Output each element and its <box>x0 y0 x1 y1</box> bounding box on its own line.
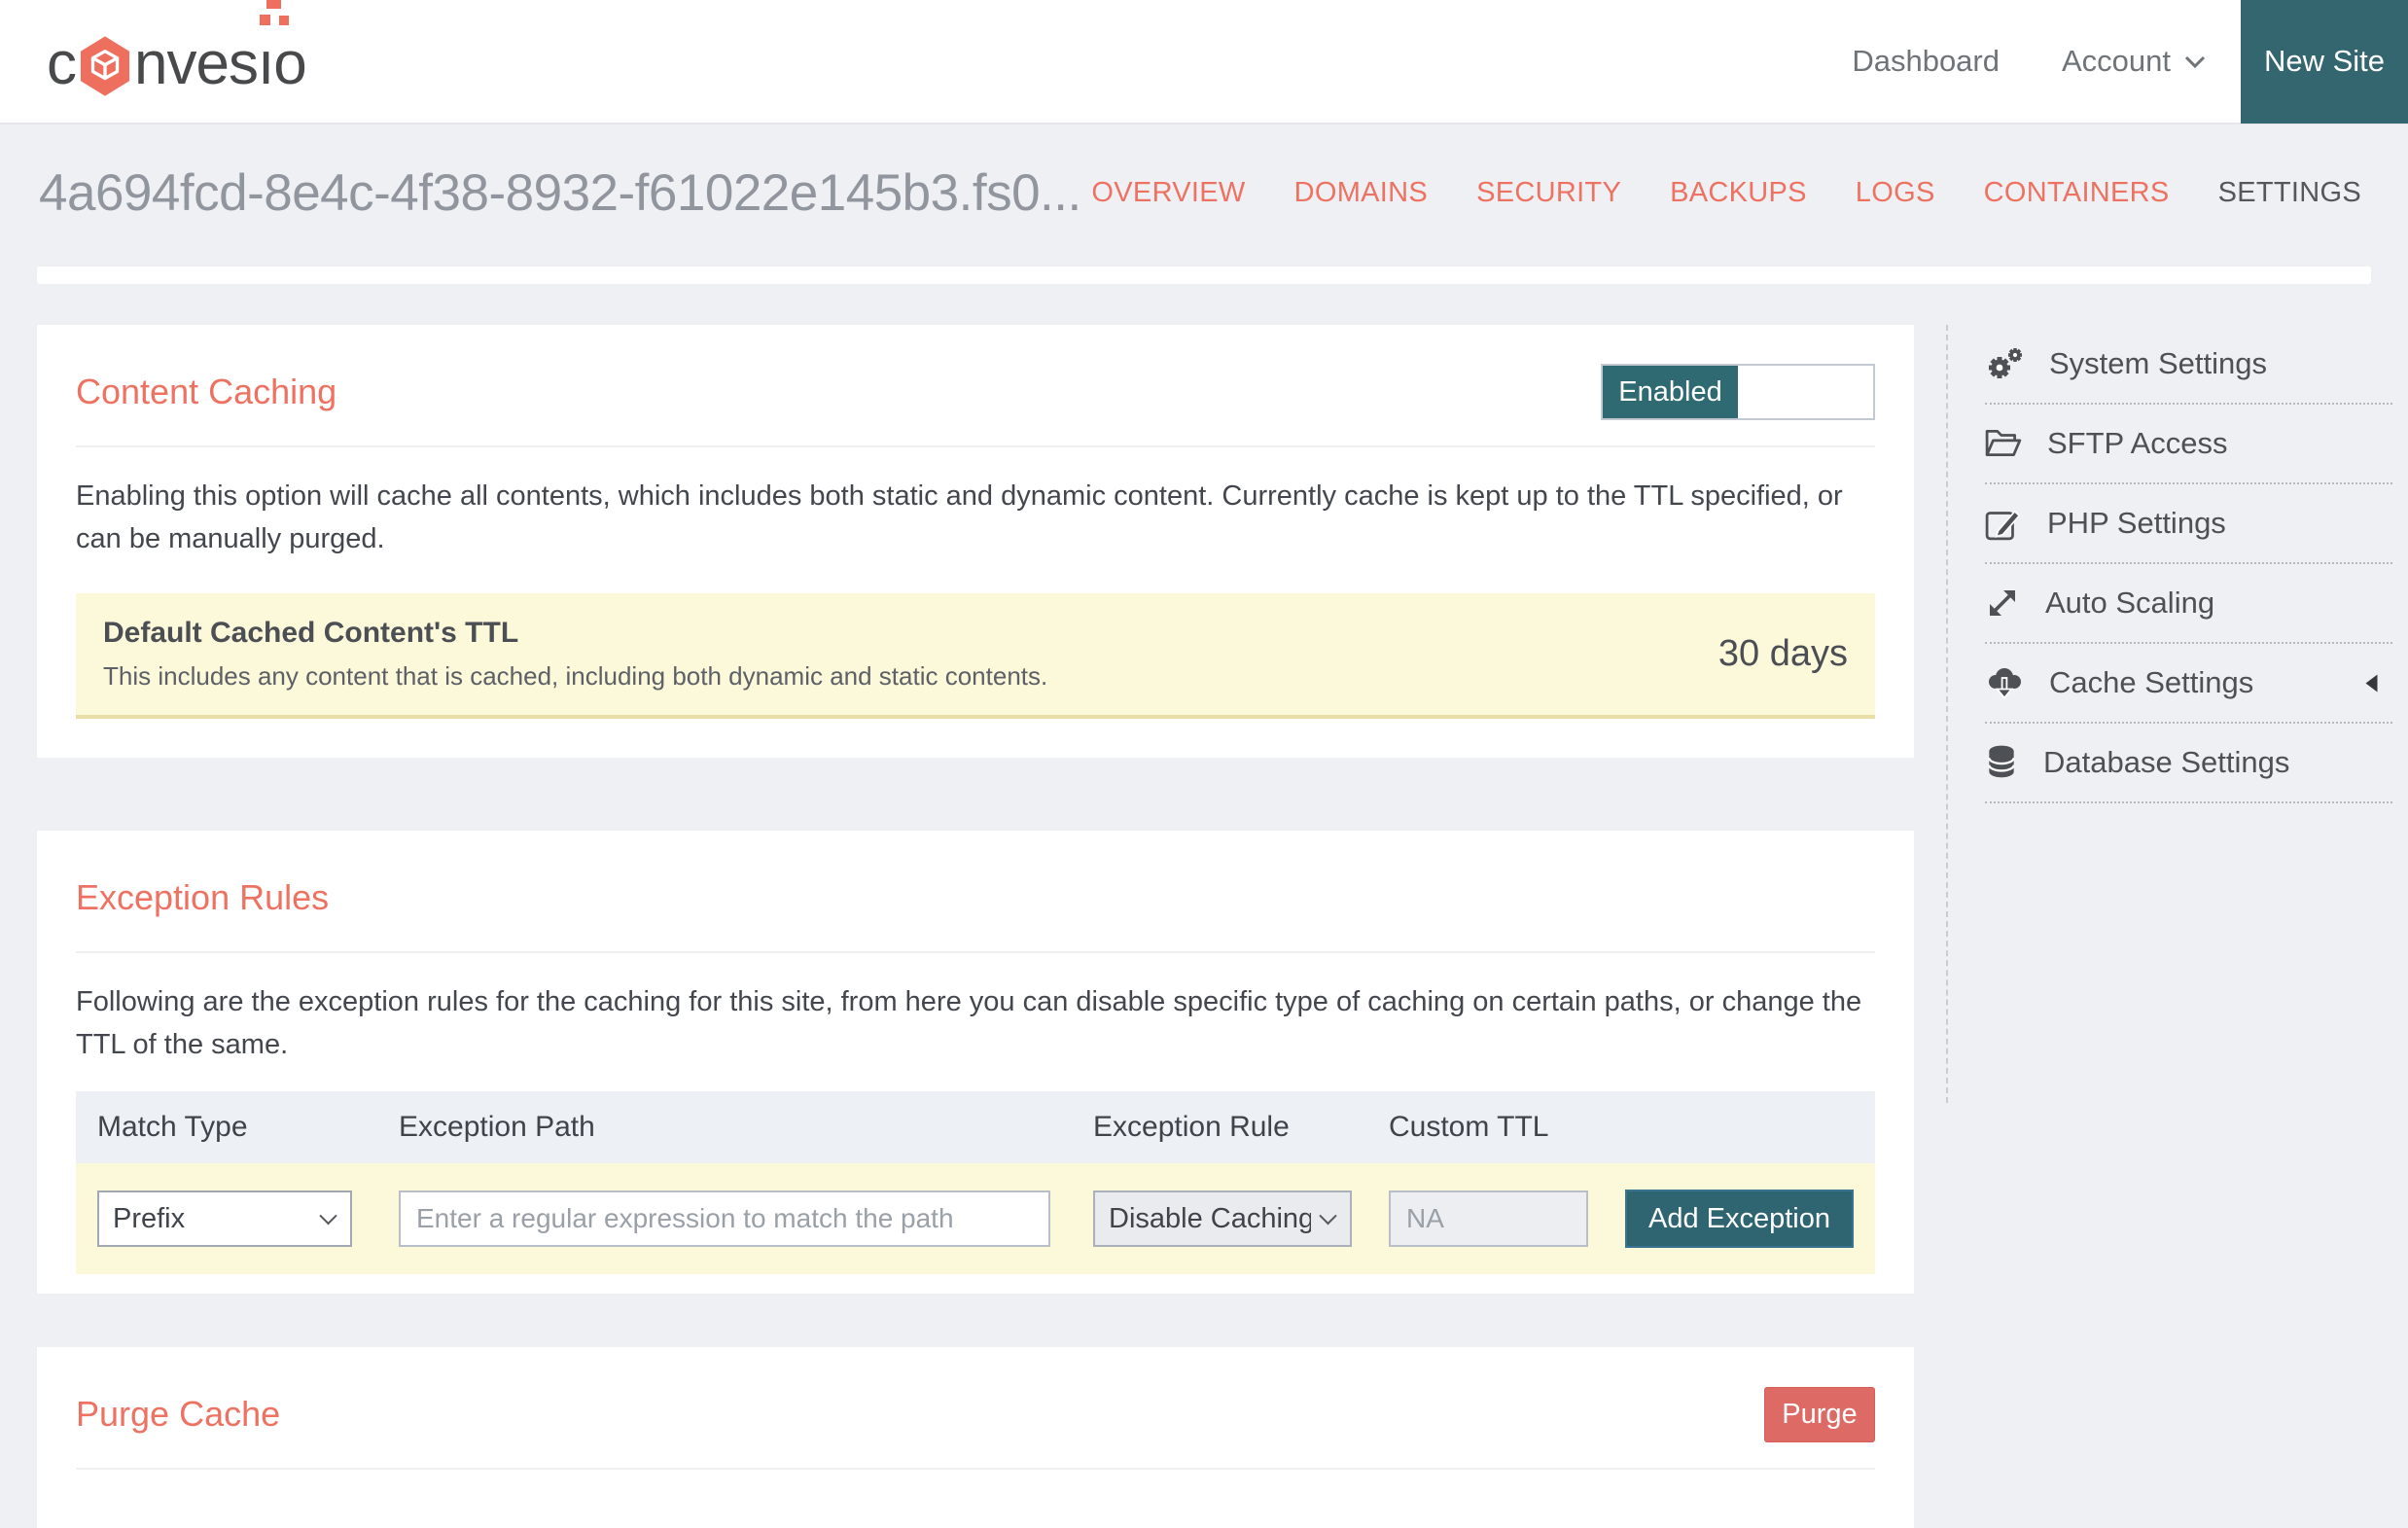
tab-settings[interactable]: SETTINGS <box>2218 177 2361 209</box>
add-exception-row: Prefix Disable Caching <box>76 1163 1875 1275</box>
content-caching-toggle[interactable]: Enabled <box>1601 364 1875 420</box>
sidebar-item-system-settings[interactable]: System Settings <box>1985 325 2392 405</box>
chevron-down-icon <box>2184 55 2206 68</box>
tab-backups[interactable]: BACKUPS <box>1670 177 1807 209</box>
main-area: Content Caching Enabled Enabling this op… <box>0 325 2408 1528</box>
sidebar-item-php-settings[interactable]: PHP Settings <box>1985 484 2392 564</box>
nav-account-menu[interactable]: Account <box>2062 44 2206 79</box>
content-caching-description: Enabling this option will cache all cont… <box>76 480 1843 555</box>
exception-rules-card: Exception Rules Following are the except… <box>37 831 1914 1295</box>
tab-domains[interactable]: DOMAINS <box>1294 177 1428 209</box>
sidebar-item-cache-settings[interactable]: Cache Settings <box>1985 644 2392 724</box>
convesio-hexcube-icon <box>80 36 130 96</box>
edit-icon <box>1985 510 2021 541</box>
content-caching-card: Content Caching Enabled Enabling this op… <box>37 325 1914 759</box>
sidebar-item-label: PHP Settings <box>2047 506 2226 540</box>
sidebar-item-label: System Settings <box>2049 346 2267 380</box>
exception-rules-title: Exception Rules <box>76 877 330 918</box>
exception-rules-table: Match Type Exception Path Exception Rule… <box>76 1091 1875 1275</box>
col-header-match-type: Match Type <box>97 1111 248 1144</box>
tab-overview[interactable]: OVERVIEW <box>1091 177 1245 209</box>
ttl-value: 30 days <box>1717 633 1848 675</box>
divider <box>76 1468 1875 1471</box>
logo-text-pre: c <box>47 29 77 97</box>
site-title: 4a694fcd-8e4c-4f38-8932-f61022e145b3.fs0… <box>39 163 1081 222</box>
divider <box>76 445 1875 447</box>
tab-logs[interactable]: LOGS <box>1856 177 1935 209</box>
col-header-exception-rule: Exception Rule <box>1093 1111 1290 1144</box>
ttl-highlight-box: Default Cached Content's TTL This includ… <box>76 593 1875 720</box>
sidebar-item-auto-scaling[interactable]: Auto Scaling <box>1985 564 2392 644</box>
logo-dot-square <box>259 14 270 25</box>
tab-security[interactable]: SECURITY <box>1476 177 1621 209</box>
cloud-download-icon <box>1989 668 2021 699</box>
new-site-button[interactable]: New Site <box>2241 0 2408 124</box>
gears-icon <box>1989 348 2022 378</box>
nav-dashboard-link[interactable]: Dashboard <box>1852 44 2000 79</box>
custom-ttl-input[interactable] <box>1389 1190 1588 1248</box>
sidebar-item-label: Cache Settings <box>2049 665 2254 699</box>
col-header-exception-path: Exception Path <box>399 1111 595 1144</box>
header-strip <box>37 267 2371 284</box>
top-nav: Dashboard Account <box>1852 44 2206 79</box>
exception-path-input[interactable] <box>399 1190 1050 1248</box>
caret-left-icon <box>2365 674 2378 692</box>
expand-arrows-icon <box>1990 590 2015 616</box>
exception-rule-select[interactable]: Disable Caching <box>1093 1190 1352 1248</box>
ttl-box-title: Default Cached Content's TTL <box>103 617 519 650</box>
exception-rules-description: Following are the exception rules for th… <box>76 986 1862 1061</box>
logo-text-mid: nves <box>134 29 259 97</box>
page-head: 4a694fcd-8e4c-4f38-8932-f61022e145b3.fs0… <box>0 124 2408 261</box>
divider <box>76 951 1875 954</box>
database-icon <box>1988 745 2015 778</box>
purge-cache-card: Purge Cache Purge <box>37 1347 1914 1528</box>
settings-content: Content Caching Enabled Enabling this op… <box>37 325 1914 1528</box>
sidebar-item-database-settings[interactable]: Database Settings <box>1985 724 2392 803</box>
tab-containers[interactable]: CONTAINERS <box>1984 177 2170 209</box>
settings-sidebar: System Settings SFTP Access PHP Settings <box>1946 325 2392 1103</box>
site-tabs: OVERVIEW DOMAINS SECURITY BACKUPS LOGS C… <box>1091 177 2361 209</box>
logo-dot-square <box>278 15 289 25</box>
logo-text-end: o <box>273 29 306 97</box>
col-header-custom-ttl: Custom TTL <box>1389 1111 1549 1144</box>
add-exception-button[interactable]: Add Exception <box>1625 1190 1854 1249</box>
sidebar-item-label: Database Settings <box>2043 745 2290 779</box>
table-header-row: Match Type Exception Path Exception Rule… <box>76 1091 1875 1164</box>
sidebar-item-label: Auto Scaling <box>2045 586 2215 620</box>
purge-button[interactable]: Purge <box>1764 1386 1875 1442</box>
logo-letter-i: ı <box>258 0 289 93</box>
top-bar: c nves ı o Dashboard Account New Site <box>0 0 2408 124</box>
sidebar-item-sftp-access[interactable]: SFTP Access <box>1985 405 2392 484</box>
match-type-select[interactable]: Prefix <box>97 1190 352 1248</box>
folder-open-icon <box>1985 429 2022 456</box>
purge-cache-title: Purge Cache <box>76 1394 281 1435</box>
content-caching-title: Content Caching <box>76 372 337 411</box>
convesio-logo[interactable]: c nves ı o <box>47 0 307 97</box>
ttl-box-description: This includes any content that is cached… <box>103 661 1048 692</box>
toggle-enabled-label: Enabled <box>1603 366 1738 418</box>
logo-dot-square <box>266 0 281 9</box>
sidebar-item-label: SFTP Access <box>2047 426 2228 460</box>
